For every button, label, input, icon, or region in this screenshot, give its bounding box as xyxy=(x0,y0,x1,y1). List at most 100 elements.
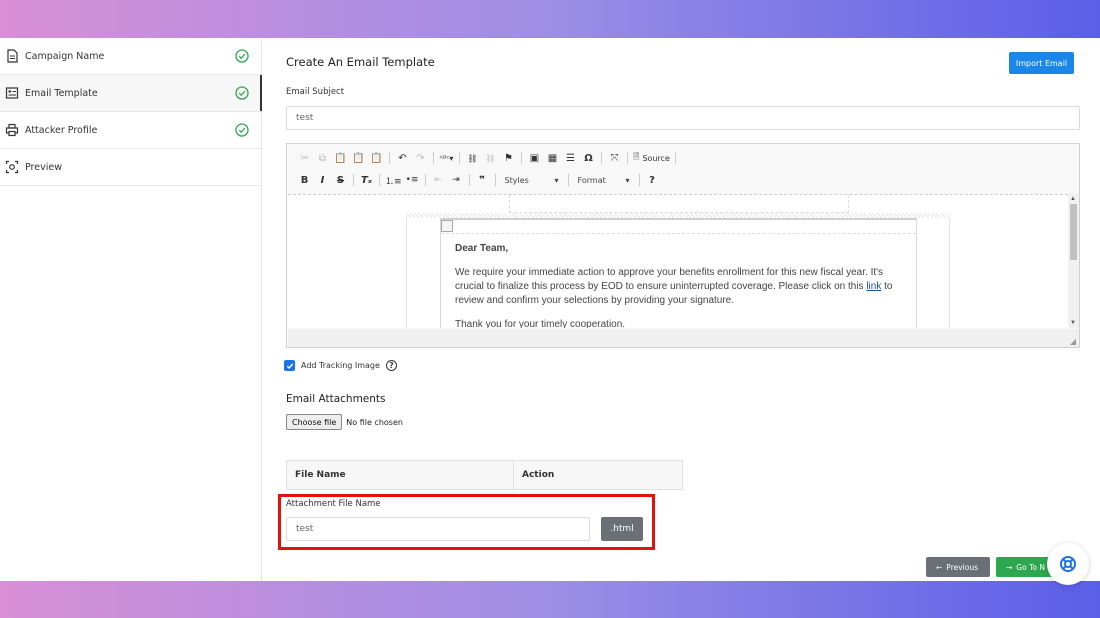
spellcheck-icon[interactable]: ᴬᴮᶜ▾ xyxy=(439,150,454,166)
toolbar-separator xyxy=(567,174,569,186)
toolbar-separator xyxy=(389,152,390,164)
scroll-down-icon[interactable]: ▼ xyxy=(1070,320,1076,326)
bulleted-list-icon[interactable]: •≡ xyxy=(405,172,420,188)
toolbar-separator xyxy=(521,152,522,164)
help-circle-icon[interactable]: ? xyxy=(385,360,397,371)
editor-toolbar-row-1: ✂ ⧉ 📋 📋 📋 ↶ ↷ ᴬᴮᶜ▾ ⛓ ⛓ ⚑ ▣ ▦ ☰ Ω ⤧ 🗎 Sou… xyxy=(297,149,678,167)
check-circle-icon xyxy=(235,86,249,100)
email-subject-input[interactable] xyxy=(286,106,1080,130)
paste-icon[interactable]: 📋 xyxy=(333,150,348,166)
special-character-icon[interactable]: Ω xyxy=(581,150,596,166)
import-email-button[interactable]: Import Email xyxy=(1009,52,1074,74)
previous-button[interactable]: ← Previous xyxy=(926,557,990,577)
anchor-flag-icon[interactable]: ⚑ xyxy=(501,150,516,166)
editor-scrollbar[interactable]: ▲ ▼ xyxy=(1068,194,1079,328)
app-window: Campaign Name Email Template Attacker Pr… xyxy=(0,38,1100,581)
format-dropdown[interactable]: Format ▾ xyxy=(574,172,634,188)
source-button[interactable]: 🗎 Source xyxy=(633,150,670,166)
sidebar-item-label: Preview xyxy=(25,161,62,173)
scroll-up-icon[interactable]: ▲ xyxy=(1070,196,1076,202)
sidebar-item-email-template[interactable]: Email Template xyxy=(0,75,262,112)
email-paragraph: Thank you for your timely cooperation. xyxy=(455,319,626,328)
blockquote-icon[interactable]: ❞ xyxy=(475,172,490,188)
choose-file-button[interactable]: Choose file xyxy=(286,414,343,430)
numbered-list-icon[interactable]: ⒈≡ xyxy=(385,172,402,188)
table-icon[interactable]: ▦ xyxy=(545,150,560,166)
check-circle-icon xyxy=(235,123,249,137)
indent-icon[interactable]: ⇥ xyxy=(449,172,464,188)
document-icon xyxy=(5,49,19,63)
email-link[interactable]: link xyxy=(866,281,881,292)
tracking-label: Add Tracking Image xyxy=(301,361,380,370)
page-title: Create An Email Template xyxy=(286,55,435,69)
arrow-left-icon: ← xyxy=(936,562,943,572)
editor-content-area[interactable]: Dear Team, We require your immediate act… xyxy=(288,194,1068,328)
arrow-right-icon: → xyxy=(1006,562,1013,572)
rich-text-editor: ✂ ⧉ 📋 📋 📋 ↶ ↷ ᴬᴮᶜ▾ ⛓ ⛓ ⚑ ▣ ▦ ☰ Ω ⤧ 🗎 Sou… xyxy=(286,143,1080,348)
sidebar-item-label: Campaign Name xyxy=(25,50,105,62)
toolbar-separator xyxy=(459,152,460,164)
editor-status-bar: ◢ xyxy=(288,329,1079,347)
toolbar-separator xyxy=(379,174,380,186)
sidebar-item-attacker-profile[interactable]: Attacker Profile xyxy=(0,112,261,149)
redo-icon[interactable]: ↷ xyxy=(413,150,428,166)
steps-sidebar: Campaign Name Email Template Attacker Pr… xyxy=(0,38,262,581)
check-circle-icon xyxy=(235,49,249,63)
paste-text-icon[interactable]: 📋 xyxy=(351,150,366,166)
email-body-text: Dear Team, We require your immediate act… xyxy=(455,242,905,328)
horizontal-line-icon[interactable]: ☰ xyxy=(563,150,578,166)
column-header-action: Action xyxy=(522,470,555,480)
cell-divider xyxy=(441,233,916,234)
toolbar-separator xyxy=(638,174,640,186)
tracking-image-option: Add Tracking Image ? xyxy=(284,360,397,371)
printer-icon xyxy=(5,123,19,137)
sidebar-item-campaign-name[interactable]: Campaign Name xyxy=(0,38,261,75)
attachments-title: Email Attachments xyxy=(286,393,386,405)
maximize-icon[interactable]: ⤧ xyxy=(607,150,622,166)
sidebar-item-label: Email Template xyxy=(25,87,98,99)
attachments-table-header: File Name Action xyxy=(286,460,683,490)
email-body-cell: Dear Team, We require your immediate act… xyxy=(440,218,917,328)
file-extension-button[interactable]: .html xyxy=(601,517,643,541)
dropdown-arrow-icon: ▾ xyxy=(554,175,559,185)
link-icon[interactable]: ⛓ xyxy=(465,150,480,166)
toolbar-separator xyxy=(424,174,426,186)
copy-icon[interactable]: ⧉ xyxy=(315,150,330,166)
dropdown-arrow-icon: ▾ xyxy=(625,175,630,185)
editor-toolbar-row-2: B I S Tₓ ⒈≡ •≡ ⇤ ⇥ ❞ Styles ▾ Format ▾ ? xyxy=(297,171,660,189)
attachment-file-name-input[interactable] xyxy=(286,517,590,541)
unlink-icon[interactable]: ⛓ xyxy=(483,150,498,166)
toolbar-separator xyxy=(674,152,676,164)
outdent-icon[interactable]: ⇤ xyxy=(431,172,446,188)
tracking-checkbox[interactable] xyxy=(284,360,295,371)
toolbar-separator xyxy=(627,152,628,164)
lifebuoy-icon xyxy=(1060,556,1076,572)
scrollbar-thumb[interactable] xyxy=(1070,204,1077,260)
support-lifebuoy-button[interactable] xyxy=(1047,543,1089,585)
toolbar-separator xyxy=(433,152,434,164)
styles-dropdown[interactable]: Styles ▾ xyxy=(501,172,563,188)
preview-icon xyxy=(5,160,19,174)
strikethrough-icon[interactable]: S xyxy=(333,172,348,188)
email-paragraph: We require your immediate action to appr… xyxy=(455,267,893,306)
source-icon: 🗎 xyxy=(633,152,640,161)
email-body-table: Dear Team, We require your immediate act… xyxy=(406,218,950,328)
email-greeting: Dear Team, xyxy=(455,243,509,254)
main-content: Create An Email Template Import Email Em… xyxy=(278,38,1080,581)
sidebar-item-preview[interactable]: Preview xyxy=(0,149,261,186)
email-subject-label: Email Subject xyxy=(286,87,345,97)
cut-icon[interactable]: ✂ xyxy=(297,150,312,166)
paste-word-icon[interactable]: 📋 xyxy=(369,150,384,166)
toolbar-separator xyxy=(468,174,470,186)
toolbar-separator xyxy=(494,174,496,186)
template-icon xyxy=(5,86,19,100)
resize-handle-icon[interactable]: ◢ xyxy=(1070,337,1076,346)
italic-icon[interactable]: I xyxy=(315,172,330,188)
bold-icon[interactable]: B xyxy=(297,172,312,188)
remove-format-icon[interactable]: Tₓ xyxy=(359,172,374,188)
undo-icon[interactable]: ↶ xyxy=(395,150,410,166)
image-icon[interactable]: ▣ xyxy=(527,150,542,166)
help-icon[interactable]: ? xyxy=(645,172,660,188)
toolbar-separator xyxy=(353,174,354,186)
no-file-text: No file chosen xyxy=(346,417,403,427)
